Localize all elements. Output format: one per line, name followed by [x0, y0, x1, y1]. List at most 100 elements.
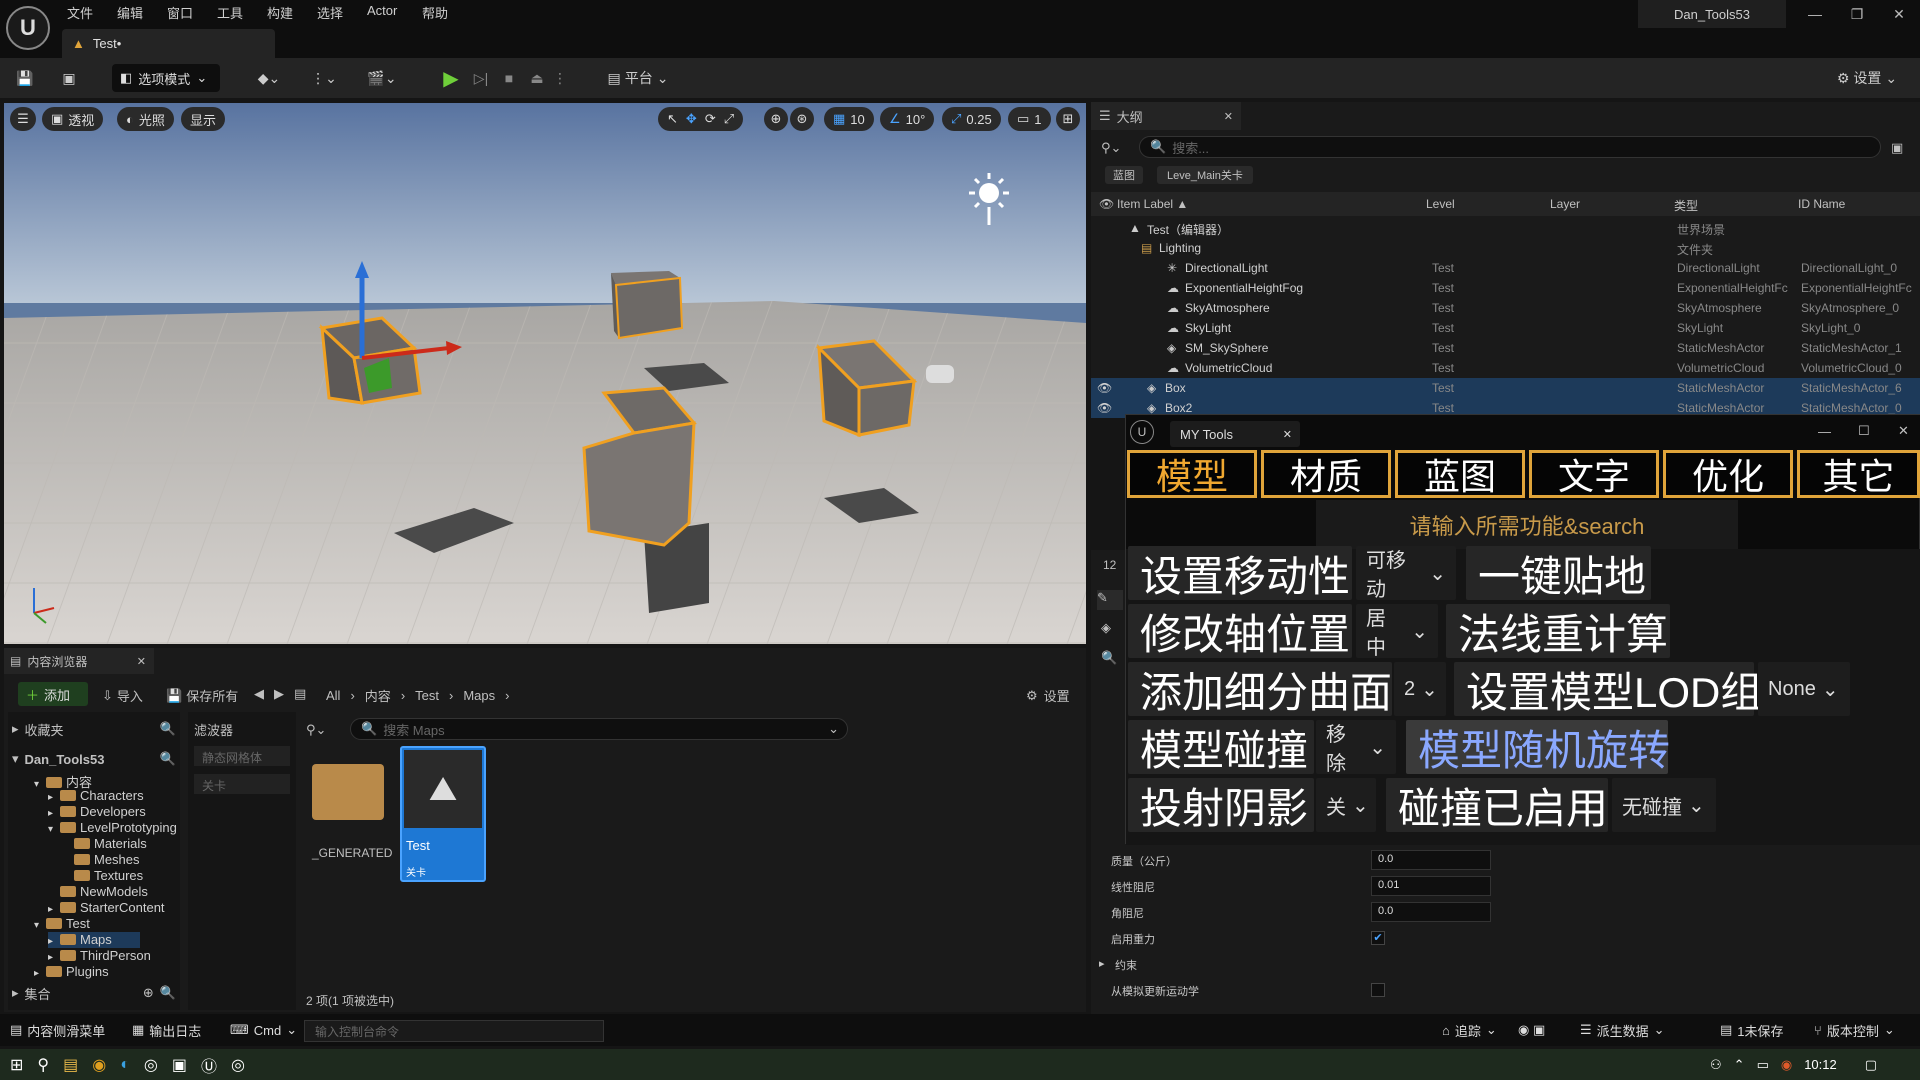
menu-select[interactable]: 选择 — [317, 3, 343, 21]
add-icon[interactable]: ⊕ — [143, 985, 154, 1001]
menu-build[interactable]: 构建 — [267, 3, 293, 21]
collision-dropdown[interactable]: 移除 ⌄ — [1316, 720, 1396, 775]
outliner-row[interactable]: 👁 ◈ Box Test StaticMeshActor StaticMeshActor_… — [1091, 378, 1920, 398]
tools-tab[interactable]: MY Tools ✕ — [1170, 421, 1300, 447]
select-icon[interactable]: ↖ — [667, 111, 678, 127]
outliner-row[interactable]: ◈ SM_SkySphere Test StaticMeshActor StaticMe… — [1091, 338, 1920, 358]
platform-dropdown[interactable]: ▤ 平台 ⌄ — [604, 64, 672, 92]
chevron-up-icon[interactable]: ⌃ — [1734, 1057, 1745, 1073]
angle-snap-button[interactable]: ∠ 10° — [880, 107, 935, 131]
folder-tree-item[interactable]: ▾ Test — [34, 916, 90, 932]
snap-surface-icon[interactable]: ⊛ — [790, 107, 814, 131]
outliner-chip-blueprint[interactable]: 蓝图 — [1105, 166, 1143, 184]
search-icon[interactable]: 🔍 — [160, 985, 176, 1001]
console-input[interactable]: 输入控制台命令 — [304, 1020, 604, 1042]
menu-help[interactable]: 帮助 — [422, 3, 448, 21]
search-icon[interactable]: 🔍 — [160, 721, 176, 737]
cmd-dropdown[interactable]: ⌨ Cmd ⌄ — [230, 1014, 297, 1046]
outliner-row[interactable]: ☁ ExponentialHeightFog Test ExponentialHeig… — [1091, 278, 1920, 298]
add-subdivision-button[interactable]: 添加细分曲面 — [1128, 662, 1392, 716]
trace-dropdown[interactable]: ⌂ 追踪 ⌄ — [1442, 1014, 1497, 1046]
menu-window[interactable]: 窗口 — [167, 3, 193, 21]
search-icon[interactable]: 🔍 — [1101, 650, 1117, 666]
folder-tree-item[interactable]: ▸ Maps — [48, 932, 140, 948]
people-icon[interactable]: ⚇ — [1710, 1057, 1722, 1073]
scale-snap-button[interactable]: ⤢ 0.25 — [942, 107, 1001, 131]
collections-header[interactable]: ▸ 集合 ⊕ 🔍 — [12, 982, 176, 1004]
add-actor-icon[interactable]: ◆⌄ — [250, 64, 288, 92]
edit-icon[interactable]: ✎ — [1097, 590, 1123, 610]
breadcrumb-item[interactable]: Maps — [463, 688, 495, 703]
folder-tree-item[interactable]: ▸ Plugins — [34, 964, 109, 980]
blueprint-icon[interactable]: ⋮⌄ — [305, 64, 343, 92]
category-material-tab[interactable]: 材质 — [1261, 450, 1391, 498]
folder-tree-item[interactable]: ▸ Developers — [48, 804, 146, 820]
col-layer[interactable]: Layer — [1550, 197, 1580, 211]
world-icon[interactable]: ⊕ — [764, 107, 788, 131]
chrome-icon[interactable]: ◉ — [92, 1055, 106, 1075]
perspective-button[interactable]: ▣ 透视 — [42, 107, 104, 131]
play-icon[interactable]: ▶ — [440, 64, 462, 92]
folder-tree-item[interactable]: Textures — [62, 868, 143, 884]
lighting-button[interactable]: ◐ 光照 — [117, 107, 174, 131]
breadcrumb-item[interactable]: Test — [415, 688, 439, 703]
box-mesh[interactable] — [611, 271, 684, 340]
clock[interactable]: 10:12 — [1804, 1057, 1837, 1072]
folder-tree-item[interactable]: ▾ LevelPrototyping — [48, 820, 177, 836]
asset-search-input[interactable]: 🔍 搜索 Maps ⌄ — [350, 718, 848, 740]
details-input[interactable]: 0.01 — [1371, 876, 1491, 896]
shadow-dropdown[interactable]: 关 ⌄ — [1316, 778, 1376, 832]
breadcrumb-item[interactable]: 内容 — [365, 686, 391, 705]
content-drawer-button[interactable]: ▤ 内容侧滑菜单 — [10, 1014, 105, 1046]
details-checkbox[interactable] — [1371, 983, 1385, 997]
show-button[interactable]: 显示 — [181, 107, 226, 131]
source-control-button[interactable]: ⑂ 版本控制 ⌄ — [1814, 1014, 1895, 1046]
outliner-chip-level[interactable]: Leve_Main关卡 — [1157, 166, 1253, 184]
category-model-tab[interactable]: 模型 — [1127, 450, 1257, 498]
folder-tree-item[interactable]: NewModels — [48, 884, 148, 900]
set-mobility-button[interactable]: 设置移动性 — [1128, 546, 1352, 600]
cinematics-icon[interactable]: 🎬⌄ — [362, 64, 402, 92]
chevron-right-icon[interactable]: ▸ — [48, 808, 60, 819]
chevron-right-icon[interactable]: ▸ — [48, 936, 60, 947]
filter-static-mesh[interactable]: 静态网格体 — [194, 746, 290, 766]
close-icon[interactable]: ✕ — [1224, 110, 1233, 123]
details-input[interactable]: 0.0 — [1371, 902, 1491, 922]
category-blueprint-tab[interactable]: 蓝图 — [1395, 450, 1525, 498]
content-browser-tab[interactable]: ▤ 内容浏览器 ✕ — [4, 648, 154, 674]
eject-icon[interactable]: ⏏ — [526, 64, 548, 92]
viewport-scene[interactable] — [4, 103, 1086, 644]
folder-tree-item[interactable]: ▸ ThirdPerson — [48, 948, 151, 964]
visibility-icon[interactable]: 👁 — [1097, 381, 1112, 395]
favorites-header[interactable]: ▸ 收藏夹 🔍 — [12, 718, 176, 740]
file-explorer-icon[interactable]: ▤ — [63, 1055, 78, 1075]
camera-speed-button[interactable]: ▭ 1 — [1008, 107, 1051, 131]
breadcrumb-item[interactable]: All — [326, 688, 340, 703]
cb-settings-button[interactable]: ⚙ 设置 — [1026, 686, 1070, 705]
set-lod-group-button[interactable]: 设置模型LOD组 — [1454, 662, 1762, 716]
add-button[interactable]: ＋添加 — [18, 682, 88, 706]
scale-icon[interactable]: ⤢ — [724, 111, 734, 127]
chevron-down-icon[interactable]: ▾ — [48, 824, 60, 835]
folder-tree-item[interactable]: ▸ Characters — [48, 788, 144, 804]
maximize-icon[interactable]: ☐ — [1858, 423, 1870, 439]
search-icon[interactable]: ⚲ — [37, 1055, 49, 1075]
outliner-row[interactable]: ▲ Test（编辑器） 世界场景 — [1091, 218, 1920, 238]
pivot-dropdown[interactable]: 居中 ⌄ — [1356, 604, 1438, 659]
search-icon[interactable]: 🔍 — [160, 751, 176, 767]
level-viewport[interactable]: ☰ ▣ 透视 ◐ 光照 显示 ↖ ✥ ⟳ ⤢ ⊕ ⊛ ▦ 10 ∠ 10° ⤢ 0.25 … — [4, 103, 1086, 644]
unsaved-button[interactable]: ▤ 1未保存 — [1720, 1014, 1784, 1046]
windows-start-icon[interactable]: ⊞ — [10, 1055, 23, 1075]
folder-tree-item[interactable]: ▸ StarterContent — [48, 900, 165, 916]
back-icon[interactable]: ◀ — [254, 686, 264, 702]
move-icon[interactable]: ✥ — [686, 111, 697, 127]
app-icon[interactable]: ◎ — [144, 1055, 158, 1075]
filter-icon[interactable]: ⚲⌄ — [306, 720, 336, 740]
menu-actor[interactable]: Actor — [367, 3, 397, 21]
filter-level[interactable]: 关卡 — [194, 774, 290, 794]
model-collision-button[interactable]: 模型碰撞 — [1128, 720, 1314, 774]
save-icon[interactable]: 💾 — [12, 64, 38, 92]
outliner-row[interactable]: ☁ SkyLight Test SkyLight SkyLight_0 — [1091, 318, 1920, 338]
restore-icon[interactable]: ❐ — [1837, 0, 1877, 28]
derived-data-button[interactable]: ☰ 派生数据 ⌄ — [1580, 1014, 1665, 1046]
